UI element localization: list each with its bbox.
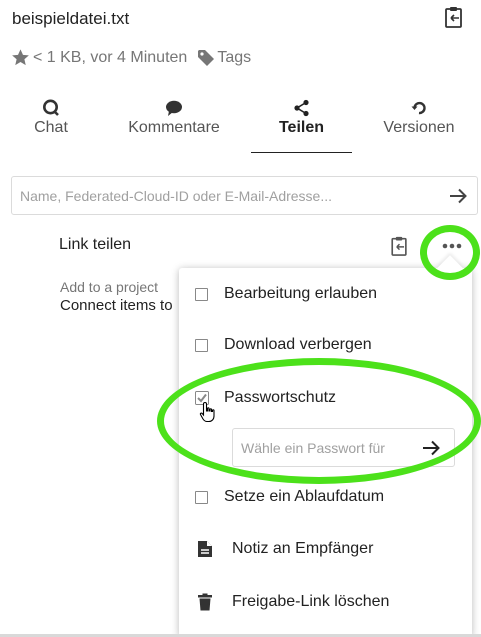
tab-label: Chat xyxy=(34,119,68,136)
tag-icon[interactable] xyxy=(197,49,215,67)
expiry-date-checkbox[interactable] xyxy=(195,490,208,504)
tab-chat[interactable]: Chat xyxy=(22,96,80,152)
menu-item-label: Bearbeitung erlauben xyxy=(224,285,378,302)
menu-item-note-recipient[interactable]: Notiz an Empfänger xyxy=(179,529,472,569)
arrow-right-icon[interactable] xyxy=(448,186,468,206)
tab-label: Versionen xyxy=(383,119,455,136)
clipboard-icon[interactable] xyxy=(444,6,464,28)
highlight-circle-more xyxy=(420,225,480,280)
tab-label: Teilen xyxy=(278,119,325,136)
menu-item-label: Download verbergen xyxy=(224,336,372,353)
file-meta: < 1 KB, vor 4 Minuten Tags xyxy=(11,48,251,67)
tab-versionen[interactable]: Versionen xyxy=(376,96,462,152)
hide-download-checkbox[interactable] xyxy=(195,338,208,352)
copy-link-icon[interactable] xyxy=(390,236,409,256)
project-description: Connect items to xyxy=(60,297,173,314)
file-title: beispieldatei.txt xyxy=(12,9,130,28)
project-label: Add to a project xyxy=(60,279,159,295)
sidebar-tabs: Chat Kommentare Teilen Versionen xyxy=(0,96,481,154)
allow-edit-checkbox[interactable] xyxy=(195,287,208,301)
menu-item-allow-edit[interactable]: Bearbeitung erlauben xyxy=(179,274,472,314)
share-search-input[interactable] xyxy=(12,177,432,214)
tab-teilen[interactable]: Teilen xyxy=(251,96,352,153)
chat-icon xyxy=(43,99,59,116)
menu-item-label: Setze ein Ablaufdatum xyxy=(224,488,385,505)
file-size-time: < 1 KB, vor 4 Minuten xyxy=(33,48,188,66)
tab-kommentare[interactable]: Kommentare xyxy=(120,96,228,152)
menu-item-label: Freigabe-Link löschen xyxy=(232,593,390,610)
trash-icon xyxy=(198,593,212,611)
share-search-field xyxy=(11,176,478,215)
share-link-label: Link teilen xyxy=(59,236,132,253)
history-icon xyxy=(411,101,426,115)
star-icon[interactable] xyxy=(11,48,30,67)
note-icon xyxy=(198,541,212,557)
share-icon xyxy=(293,99,309,117)
tags-link[interactable]: Tags xyxy=(217,49,251,67)
menu-item-label: Notiz an Empfänger xyxy=(232,540,374,557)
tab-label: Kommentare xyxy=(128,119,220,136)
menu-item-delete-link[interactable]: Freigabe-Link löschen xyxy=(179,582,472,622)
comment-icon xyxy=(166,100,182,116)
highlight-circle-password xyxy=(157,358,481,484)
